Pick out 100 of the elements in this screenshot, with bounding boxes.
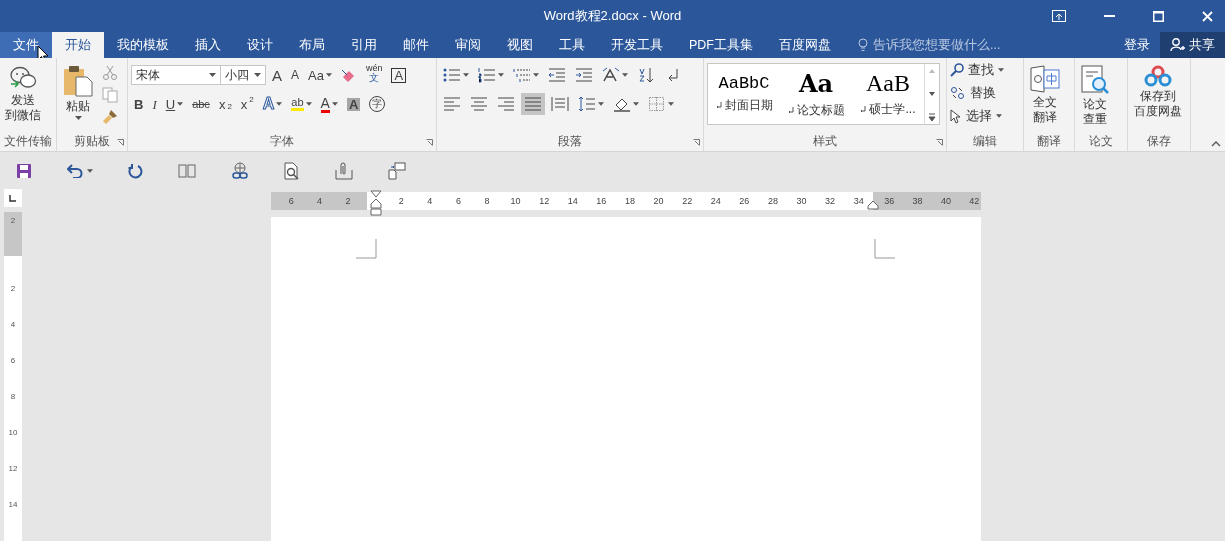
replace-button[interactable]: 替换: [950, 83, 996, 103]
cloud-rings-icon: [1144, 65, 1172, 87]
font-size-dropdown[interactable]: 小四: [220, 65, 266, 85]
send-to-wechat-button[interactable]: 发送 到微信: [2, 63, 44, 125]
window-title: Word教程2.docx - Word: [543, 7, 682, 25]
strike-button[interactable]: abc: [189, 93, 213, 115]
clipboard-icon: [63, 65, 93, 97]
ruler-number: 18: [623, 196, 636, 206]
grow-button[interactable]: A: [269, 64, 285, 86]
spacing-icon: [578, 96, 596, 112]
ruler-number: 10: [509, 196, 522, 206]
caret-icon[interactable]: [87, 168, 93, 173]
globe-link-icon[interactable]: [231, 161, 249, 180]
ruler-number: 2: [10, 283, 16, 295]
ruler-number: 12: [538, 196, 551, 206]
collapse-ribbon-icon[interactable]: [1211, 141, 1221, 147]
ruler-number: 14: [8, 499, 18, 511]
caret-icon: [533, 73, 539, 77]
caret-icon: [598, 102, 604, 106]
redo-icon[interactable]: [128, 162, 143, 179]
find-button[interactable]: 查找: [950, 60, 1004, 80]
ruler-number: 10: [8, 427, 18, 439]
style-item[interactable]: Aa 论文标题: [780, 64, 852, 124]
full-translation-button[interactable]: 全文 翻译: [1027, 63, 1063, 127]
distributed-icon: [551, 96, 569, 112]
highlight-button[interactable]: ab: [288, 93, 315, 115]
justify-button[interactable]: [521, 93, 545, 115]
ribbon-tab[interactable]: 插入: [182, 32, 234, 58]
tab-stop-selector-icon[interactable]: [4, 189, 22, 207]
group-label: 翻译: [1036, 133, 1062, 150]
ruler-number: 20: [652, 196, 665, 206]
phonetic-button[interactable]: wén 文: [362, 64, 386, 86]
read-mode-icon[interactable]: [178, 163, 196, 178]
subscript-button[interactable]: x 2: [215, 93, 235, 115]
screenshot-icon[interactable]: [388, 161, 406, 180]
ribbon-tab[interactable]: 视图: [494, 32, 546, 58]
ribbon-tab[interactable]: 开发工具: [598, 32, 676, 58]
person-plus-icon: [1170, 38, 1185, 52]
maximize-icon[interactable]: [1153, 10, 1164, 22]
dialog-launcher-icon[interactable]: [426, 139, 433, 146]
group-label: 字体: [270, 133, 294, 150]
caret-icon: [633, 102, 639, 106]
plagiarism-check-button[interactable]: 论文 查重: [1078, 63, 1112, 129]
font-name-dropdown[interactable]: 宋体: [131, 65, 221, 85]
tell-me-field[interactable]: 告诉我您想要做什么...: [858, 32, 1013, 58]
underline-button[interactable]: U: [162, 93, 187, 115]
indent-marker-icon[interactable]: [867, 200, 879, 210]
left-icon: [443, 96, 461, 112]
group-label: 保存: [1146, 133, 1172, 150]
indent-marker-icon[interactable]: [370, 190, 382, 216]
bold-button[interactable]: B: [131, 93, 147, 115]
expand-gallery-icon[interactable]: [925, 110, 939, 124]
ribbon-tab[interactable]: 邮件: [390, 32, 442, 58]
ruler-number: 24: [709, 196, 722, 206]
ruler-number: 38: [911, 196, 924, 206]
color-button[interactable]: A: [317, 93, 341, 115]
ribbon-tab[interactable]: 审阅: [442, 32, 494, 58]
close-icon[interactable]: [1202, 10, 1213, 22]
ribbon-tab[interactable]: 文件: [0, 32, 52, 58]
ribbon-tab[interactable]: 设计: [234, 32, 286, 58]
caret-icon: [668, 102, 674, 106]
sign-in-link[interactable]: 登录: [1114, 32, 1160, 58]
print-preview-icon[interactable]: [284, 161, 300, 180]
ruler-number: 6: [10, 355, 16, 367]
ribbon-tab[interactable]: 布局: [286, 32, 338, 58]
ribbon-tab[interactable]: 开始: [52, 32, 104, 58]
ribbon-tab[interactable]: PDF工具集: [676, 32, 766, 58]
paintbrush-icon[interactable]: [102, 109, 118, 125]
ribbon-display-icon[interactable]: [1052, 10, 1066, 22]
ruler-number: 8: [10, 391, 16, 403]
bullets-icon: [443, 67, 461, 83]
ribbon-tab[interactable]: 百度网盘: [766, 32, 844, 58]
italic-button[interactable]: I: [149, 93, 160, 115]
save-to-cloud-button[interactable]: 保存到 百度网盘: [1131, 63, 1185, 121]
save-icon[interactable]: [16, 162, 32, 179]
ruler-number: 32: [824, 196, 837, 206]
share-button[interactable]: 共享: [1160, 32, 1225, 58]
select-button[interactable]: 选择: [950, 106, 1002, 126]
dialog-launcher-icon[interactable]: [936, 139, 943, 146]
justify-icon: [524, 96, 542, 112]
style-item[interactable]: AaB 硕士学...: [852, 64, 924, 124]
caret-icon: [331, 102, 338, 106]
dialog-launcher-icon[interactable]: [117, 139, 124, 146]
ruler-number: 12: [8, 463, 18, 475]
shaded-button[interactable]: A: [343, 93, 364, 115]
shrink-button[interactable]: A: [288, 64, 303, 86]
scissors-icon[interactable]: [102, 65, 118, 81]
style-item[interactable]: AaBbC 封面日期: [708, 64, 780, 124]
dialog-launcher-icon[interactable]: [693, 139, 700, 146]
ribbon-tab[interactable]: 引用: [338, 32, 390, 58]
ribbon-tab[interactable]: 工具: [546, 32, 598, 58]
attachment-icon[interactable]: [335, 161, 353, 180]
pointer-icon: [950, 108, 962, 124]
case-button[interactable]: Aa: [305, 64, 335, 86]
chat-bubbles-icon: [9, 65, 37, 91]
center-icon: [470, 96, 488, 112]
undo-icon[interactable]: [67, 163, 83, 178]
caret-icon: [74, 116, 82, 120]
paste-button[interactable]: 粘贴: [60, 63, 96, 122]
ribbon-tab[interactable]: 我的模板: [104, 32, 182, 58]
